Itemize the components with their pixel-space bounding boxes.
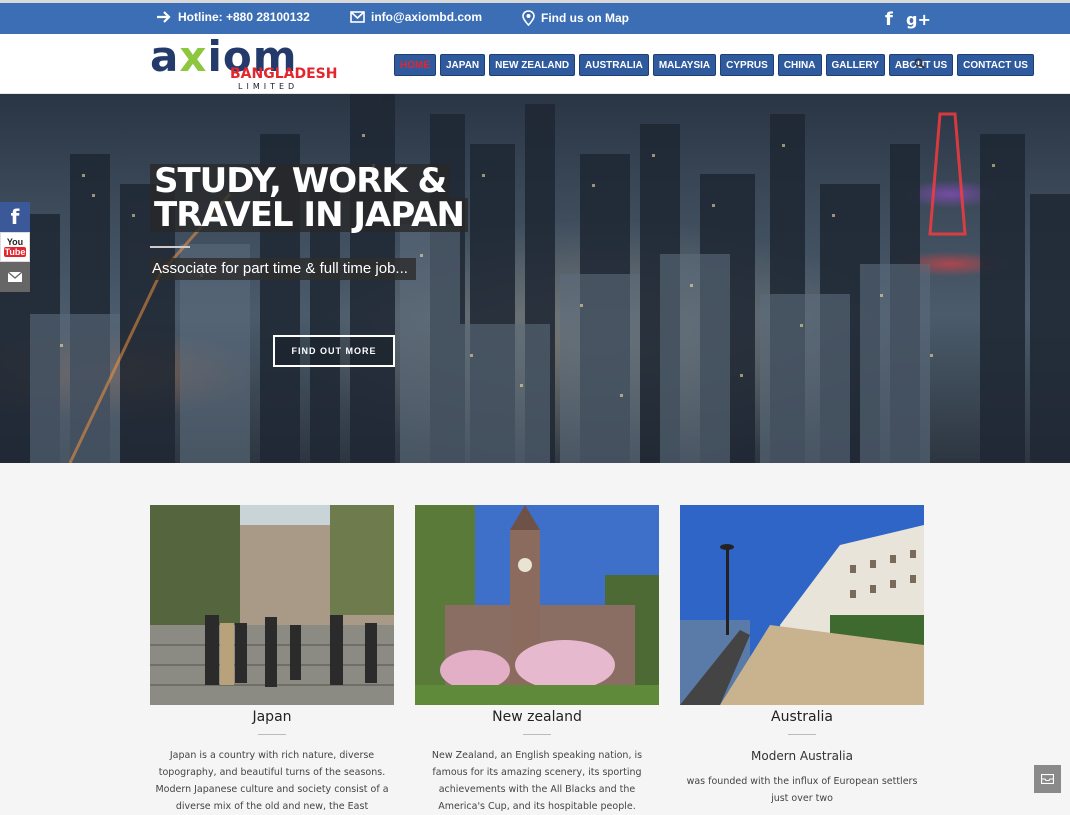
card-text: New Zealand, an English speaking nation,… bbox=[431, 750, 643, 812]
hero-divider bbox=[150, 246, 190, 248]
hotline[interactable]: Hotline: +880 28100132 bbox=[157, 10, 310, 24]
email-text: info@axiombd.com bbox=[371, 10, 483, 24]
nav-japan[interactable]: JAPAN bbox=[440, 54, 486, 76]
logo-ltd: LIMITED bbox=[238, 82, 299, 91]
side-facebook-button[interactable]: f bbox=[0, 202, 30, 232]
envelope-icon bbox=[1041, 774, 1054, 784]
logo-subtitle: BANGLADESH bbox=[230, 66, 338, 82]
google-plus-icon[interactable]: g+ bbox=[906, 10, 931, 29]
card-australia[interactable]: Australia Modern Australia was founded w… bbox=[680, 505, 924, 807]
hotline-text: Hotline: +880 28100132 bbox=[178, 10, 310, 24]
search-icon[interactable] bbox=[914, 58, 925, 69]
side-social-bar: f You Tube bbox=[0, 202, 30, 292]
floating-contact-button[interactable] bbox=[1034, 765, 1061, 793]
nav-new-zealand[interactable]: NEW ZEALAND bbox=[489, 54, 576, 76]
email-link[interactable]: info@axiombd.com bbox=[350, 10, 482, 24]
card-new-zealand[interactable]: New zealand New Zealand, an English spea… bbox=[415, 505, 659, 815]
side-youtube-button[interactable]: You Tube bbox=[0, 232, 30, 262]
envelope-icon bbox=[350, 11, 365, 23]
card-divider bbox=[523, 734, 551, 735]
map-pin-icon bbox=[522, 10, 535, 26]
card-text: Japan is a country with rich nature, div… bbox=[155, 750, 389, 812]
youtube-icon: You Tube bbox=[3, 237, 27, 257]
map-link[interactable]: Find us on Map bbox=[522, 10, 629, 26]
nav-gallery[interactable]: GALLERY bbox=[825, 54, 885, 76]
nav-contact-us[interactable]: CONTACT US bbox=[957, 54, 1034, 76]
logo[interactable]: axiom BANGLADESH LIMITED bbox=[150, 36, 338, 92]
envelope-icon bbox=[7, 271, 23, 282]
nav-china[interactable]: CHINA bbox=[777, 54, 822, 76]
side-email-button[interactable] bbox=[0, 262, 30, 292]
nav-malaysia[interactable]: MALAYSIA bbox=[652, 54, 717, 76]
site-header: axiom BANGLADESH LIMITED HOME JAPAN NEW … bbox=[0, 34, 1070, 94]
find-out-more-button[interactable]: FIND OUT MORE bbox=[273, 335, 395, 367]
card-title: New zealand bbox=[492, 709, 582, 725]
facebook-icon[interactable]: f bbox=[885, 9, 893, 30]
australia-waterfront-image bbox=[680, 505, 924, 705]
hero-subtitle: Associate for part time & full time job.… bbox=[150, 258, 416, 280]
japan-campus-image bbox=[150, 505, 394, 705]
nav-cyprus[interactable]: CYPRUS bbox=[720, 54, 774, 76]
card-title: Australia bbox=[771, 709, 833, 725]
nav-home[interactable]: HOME bbox=[394, 54, 436, 76]
card-divider bbox=[258, 734, 286, 735]
hero-banner: STUDY, WORK & TRAVEL IN JAPAN Associate … bbox=[0, 94, 1070, 463]
new-zealand-clocktower-image bbox=[415, 505, 659, 705]
card-subtitle: Modern Australia bbox=[751, 749, 853, 763]
arrow-right-icon bbox=[157, 11, 171, 23]
nav-australia[interactable]: AUSTRALIA bbox=[579, 54, 649, 76]
card-japan[interactable]: Japan Japan is a country with rich natur… bbox=[150, 505, 394, 815]
map-text: Find us on Map bbox=[541, 11, 629, 25]
main-nav: HOME JAPAN NEW ZEALAND AUSTRALIA MALAYSI… bbox=[394, 54, 1034, 76]
card-title: Japan bbox=[252, 709, 292, 725]
facebook-icon: f bbox=[10, 205, 20, 229]
card-divider bbox=[788, 734, 816, 735]
hero-title: STUDY, WORK & TRAVEL IN JAPAN bbox=[150, 164, 468, 232]
top-bar: Hotline: +880 28100132 info@axiombd.com … bbox=[0, 0, 1070, 34]
card-text: was founded with the influx of European … bbox=[686, 776, 918, 804]
